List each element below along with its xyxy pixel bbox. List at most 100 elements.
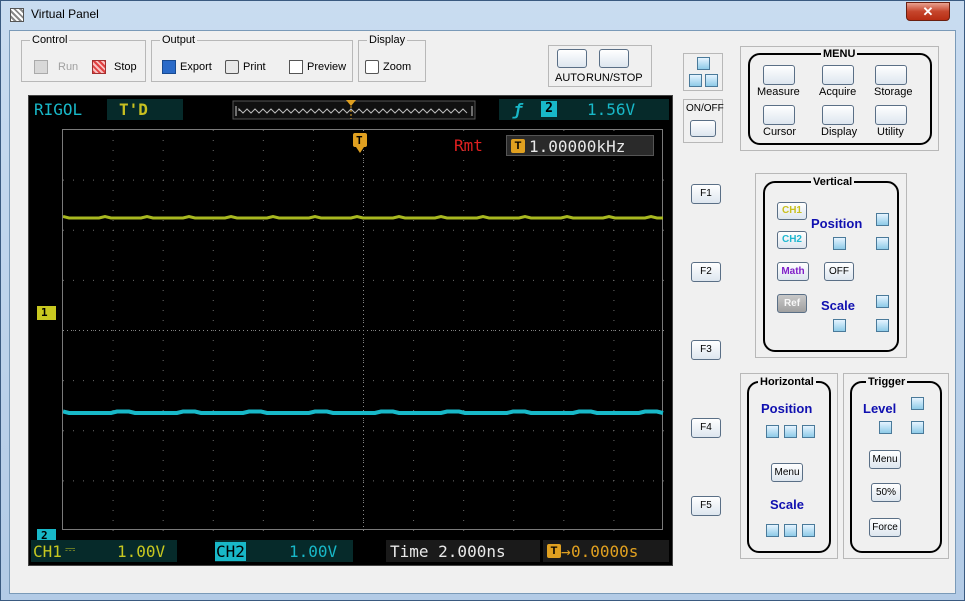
trigger-level-up-icon[interactable]: [911, 397, 924, 410]
utility-button[interactable]: [875, 105, 907, 125]
scope-screen: RIGOL T'D ƒ 2 1.56V T Rmt T 1.00000kHz 1…: [28, 95, 673, 566]
frequency-value: 1.00000kHz: [529, 137, 626, 156]
ref-button[interactable]: Ref: [777, 294, 807, 313]
measure-label: Measure: [757, 86, 800, 98]
vertical-scale-up-icon[interactable]: [876, 295, 889, 308]
vertical-position-push-icon[interactable]: [833, 237, 846, 250]
preview-icon: [289, 60, 303, 74]
run-stop-label: RUN/STOP: [586, 72, 643, 84]
ch1-marker: 1: [37, 306, 56, 320]
print-label: Print: [243, 61, 266, 73]
vertical-scale-down-icon[interactable]: [876, 319, 889, 332]
horizontal-scale-right-icon[interactable]: [802, 524, 815, 537]
power-group: ON/OFF: [683, 99, 724, 143]
stop-button[interactable]: Stop: [92, 60, 137, 74]
trigger-status: T'D: [119, 100, 148, 119]
f5-button[interactable]: F5: [691, 496, 721, 516]
vertical-scale-label: Scale: [821, 298, 855, 313]
timebase-status: Time 2.000ns: [386, 540, 540, 562]
scope-brand: RIGOL: [34, 100, 83, 119]
display-button[interactable]: [822, 105, 854, 125]
stop-icon: [92, 60, 106, 74]
frequency-box: T 1.00000kHz: [506, 135, 654, 156]
f4-button[interactable]: F4: [691, 418, 721, 438]
ch2-button[interactable]: CH2: [777, 231, 807, 249]
ch2-scale-value: 1.00V: [289, 542, 338, 561]
preview-button[interactable]: Preview: [289, 60, 346, 74]
print-button[interactable]: Print: [225, 60, 266, 74]
zoom-button[interactable]: Zoom: [365, 60, 411, 74]
display-group: Display Zoom: [358, 34, 426, 82]
run-stop-button[interactable]: [599, 49, 629, 68]
trigger-50-button[interactable]: 50%: [871, 483, 901, 502]
vertical-position-down-icon[interactable]: [876, 237, 889, 250]
vertical-scale-push-icon[interactable]: [833, 319, 846, 332]
vertical-position-label: Position: [811, 216, 863, 231]
app-icon: [10, 8, 24, 22]
f2-button[interactable]: F2: [691, 262, 721, 282]
horizontal-title: Horizontal: [758, 376, 816, 388]
horizontal-position-right-icon[interactable]: [802, 425, 815, 438]
horizontal-position-push-icon[interactable]: [784, 425, 797, 438]
vertical-position-up-icon[interactable]: [876, 213, 889, 226]
control-group: Control Run Stop: [21, 34, 146, 82]
horizontal-scale-push-icon[interactable]: [784, 524, 797, 537]
knob-right-icon[interactable]: [705, 74, 718, 87]
measure-button[interactable]: [763, 65, 795, 85]
storage-button[interactable]: [875, 65, 907, 85]
f3-button[interactable]: F3: [691, 340, 721, 360]
display-legend: Display: [367, 34, 408, 46]
trigger-edge-icon: ƒ: [513, 100, 523, 119]
math-button[interactable]: Math: [777, 262, 809, 281]
display-label: Display: [821, 126, 858, 138]
trigger-level-push-icon[interactable]: [879, 421, 892, 434]
horizontal-position-left-icon[interactable]: [766, 425, 779, 438]
vertical-title: Vertical: [811, 176, 855, 188]
export-button[interactable]: Export: [162, 60, 212, 74]
window-title: Virtual Panel: [31, 7, 99, 21]
power-button[interactable]: [690, 120, 716, 137]
trigger-force-button[interactable]: Force: [869, 518, 901, 537]
trigger-channel: 2: [541, 101, 557, 117]
trigger-level-down-icon[interactable]: [911, 421, 924, 434]
horizontal-position-label: Position: [761, 401, 813, 416]
zoom-icon: [365, 60, 379, 74]
status-box: T'D: [107, 99, 183, 120]
auto-button[interactable]: [557, 49, 587, 68]
cursor-label: Cursor: [763, 126, 797, 138]
ch1-marker-label: 1: [41, 306, 48, 319]
off-button[interactable]: OFF: [824, 262, 854, 281]
client-area: Control Run Stop Output Export Print Pre…: [9, 30, 956, 594]
f1-button[interactable]: F1: [691, 184, 721, 204]
stop-label: Stop: [114, 61, 137, 73]
horizontal-scale-left-icon[interactable]: [766, 524, 779, 537]
offset-trigger-icon: T: [547, 544, 561, 558]
menu-title: MENU: [821, 48, 858, 60]
knob-cluster: [683, 53, 723, 91]
output-legend: Output: [160, 34, 198, 46]
ch2-status-label: CH2: [215, 542, 246, 561]
run-label: Run: [58, 61, 79, 73]
trigger-info: ƒ 2 1.56V: [499, 99, 669, 120]
acquire-label: Acquire: [819, 86, 857, 98]
acquire-button[interactable]: [822, 65, 854, 85]
ch1-button[interactable]: CH1: [777, 202, 807, 220]
knob-up-icon[interactable]: [697, 57, 710, 70]
horizontal-menu-button[interactable]: Menu: [771, 463, 803, 482]
ch1-status: CH1 ⎓ 1.00V: [31, 540, 177, 562]
trigger-marker-arrow: [356, 147, 364, 153]
frequency-trigger-icon: T: [511, 139, 525, 153]
trigger-level-value: 1.56V: [587, 100, 636, 119]
run-button[interactable]: Run: [34, 60, 78, 74]
cursor-button[interactable]: [763, 105, 795, 125]
trigger-frame: Trigger Level Menu 50% Force: [843, 373, 949, 559]
trigger-menu-button[interactable]: Menu: [869, 450, 901, 469]
trigger-offset-status: T → 0.0000s: [543, 540, 669, 562]
grid-svg: [63, 130, 664, 531]
close-button[interactable]: ✕: [906, 2, 950, 21]
control-legend: Control: [30, 34, 70, 46]
knob-left-icon[interactable]: [689, 74, 702, 87]
ch1-status-label: CH1: [33, 542, 62, 561]
memory-bar: [232, 100, 476, 120]
auto-run-group: AUTO RUN/STOP: [548, 45, 652, 87]
